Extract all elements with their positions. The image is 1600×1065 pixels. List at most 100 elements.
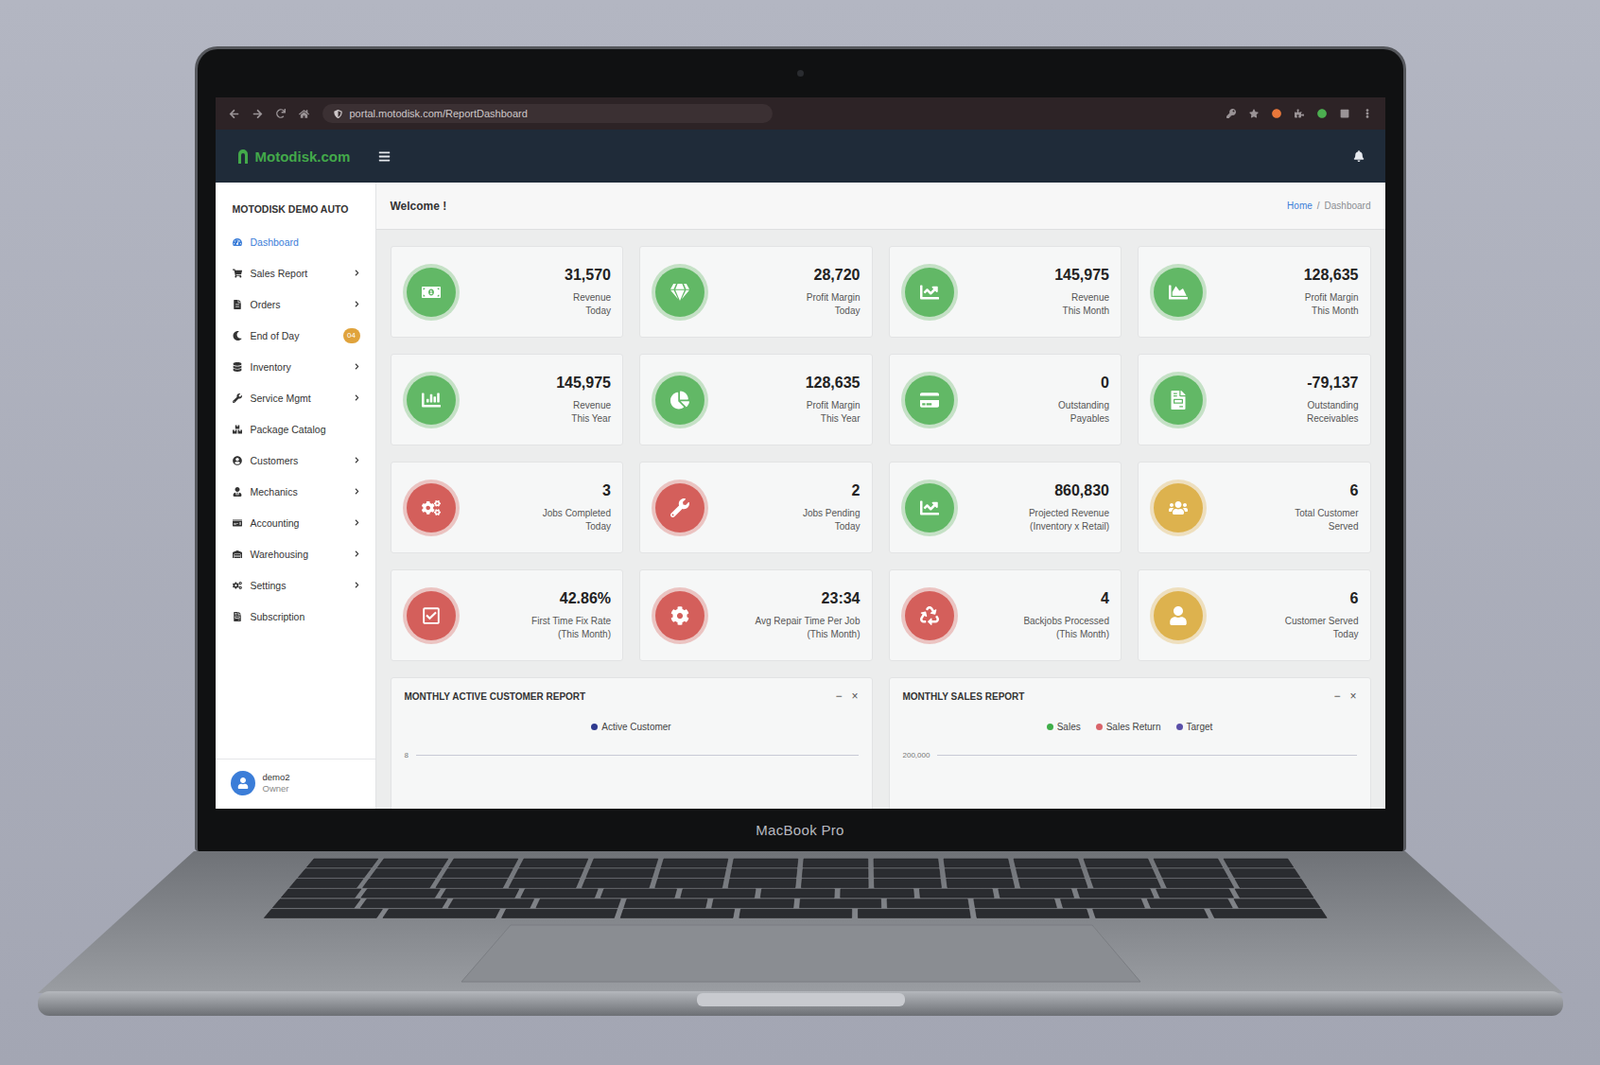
stat-icon	[670, 498, 690, 518]
user-name: demo2	[262, 771, 291, 783]
logo[interactable]: Motodisk.com	[236, 147, 379, 165]
stat-icon	[1168, 282, 1188, 302]
stat-icon	[920, 498, 940, 518]
stat-value: 6	[1350, 482, 1359, 500]
key	[441, 869, 513, 878]
sidebar-item[interactable]: Dashboard	[215, 226, 376, 258]
sidebar-title: MOTODISK DEMO AUTO	[215, 182, 376, 227]
panel-control[interactable]: ×	[1349, 689, 1357, 703]
sidebar-item[interactable]: Warehousing	[215, 538, 376, 570]
legend-item[interactable]: Target	[1176, 721, 1214, 732]
camera	[797, 69, 804, 77]
legend-item[interactable]: Sales Return	[1095, 721, 1162, 732]
stat-label: Profit Margin	[806, 399, 861, 413]
sidebar-item[interactable]: Orders	[215, 288, 376, 320]
sidebar-item[interactable]: Accounting	[215, 506, 376, 539]
stat-card: 23:34Avg Repair Time Per Job(This Month)	[639, 569, 873, 661]
forward-icon[interactable]	[252, 108, 263, 120]
menu-item-icon	[232, 455, 243, 466]
key	[873, 858, 940, 868]
home-icon[interactable]	[298, 108, 310, 120]
hamburger-icon[interactable]	[378, 150, 391, 163]
bookmark-icon[interactable]	[1249, 108, 1259, 119]
stat-label: This Month	[1062, 304, 1110, 318]
key	[873, 869, 940, 878]
key	[382, 908, 500, 918]
key	[839, 888, 914, 898]
breadcrumb-item[interactable]: Home	[1286, 200, 1313, 211]
legend-item[interactable]: Active Customer	[591, 721, 671, 732]
menu-item-icon	[232, 486, 243, 497]
stat-label: Customer Served	[1285, 614, 1359, 628]
stat-icon-circle	[1153, 483, 1203, 533]
stat-grid: 31,570RevenueToday28,720Profit MarginTod…	[376, 229, 1386, 678]
trackpad[interactable]	[461, 924, 1141, 982]
stat-label: This Year	[820, 412, 861, 426]
stat-icon	[421, 498, 441, 518]
chart-title: MONTHLY SALES REPORT	[903, 691, 1026, 702]
sidebar-item[interactable]: Sales Report	[215, 257, 376, 289]
extension-icon[interactable]	[1317, 108, 1327, 119]
laptop-base	[37, 851, 1564, 1022]
key	[585, 869, 655, 878]
legend-item[interactable]: Sales	[1046, 721, 1081, 732]
sidebar-item[interactable]: Subscription	[215, 600, 376, 632]
stat-label: Today	[834, 520, 861, 534]
stat-icon	[920, 282, 940, 302]
stat-icon-circle	[1153, 591, 1203, 641]
welcome-bar: Welcome !Home/Dashboard	[376, 182, 1386, 230]
chevron-icon	[353, 363, 361, 370]
sidebar-item[interactable]: Mechanics	[215, 475, 376, 507]
stat-value: 23:34	[821, 590, 861, 608]
site-info-icon[interactable]	[333, 109, 343, 119]
extension-icon[interactable]	[1271, 108, 1282, 119]
extensions-icon[interactable]	[1294, 108, 1305, 119]
chart-panel: MONTHLY ACTIVE CUSTOMER REPORT−×Active C…	[390, 677, 873, 809]
sidebar-item[interactable]: Settings	[215, 569, 376, 601]
key	[535, 899, 620, 908]
stat-icon	[421, 606, 441, 626]
stat-label: Payables	[1070, 412, 1110, 426]
stat-icon-circle	[904, 483, 955, 533]
stat-value: 31,570	[564, 266, 611, 284]
sidebar-item[interactable]: Package Catalog	[215, 413, 376, 445]
key	[306, 858, 378, 868]
user-profile[interactable]: demo2Owner	[215, 758, 376, 809]
tab-icon[interactable]	[1339, 108, 1350, 119]
top-bezel	[215, 49, 1386, 98]
sidebar-item[interactable]: Inventory	[215, 350, 376, 383]
key	[272, 899, 361, 908]
stat-label: Profit Margin	[1304, 291, 1359, 305]
reload-icon[interactable]	[276, 108, 286, 119]
stat-value: 860,830	[1054, 482, 1110, 500]
sidebar-item[interactable]: Customers	[215, 444, 376, 476]
key-icon[interactable]	[1226, 108, 1236, 119]
key	[857, 908, 971, 918]
stat-value: 128,635	[1304, 266, 1359, 284]
chart-legend: Active Customer	[404, 721, 859, 732]
menu-item-icon	[232, 518, 243, 528]
stat-icon	[1168, 390, 1188, 410]
breadcrumb-separator: /	[1317, 200, 1321, 211]
stat-label: (This Month)	[557, 627, 611, 642]
bell-icon[interactable]	[1353, 150, 1365, 162]
front-edge	[37, 991, 1564, 1016]
avatar	[230, 770, 256, 796]
stat-label: (This Month)	[1056, 627, 1110, 642]
panel-control[interactable]: ×	[851, 689, 858, 703]
stat-icon-circle	[655, 591, 705, 641]
panel-control[interactable]: −	[834, 689, 842, 703]
back-icon[interactable]	[228, 108, 240, 120]
chevron-icon	[353, 394, 361, 401]
panel-control[interactable]: −	[1333, 689, 1340, 703]
address-bar[interactable]: portal.motodisk.com/ReportDashboard	[322, 104, 773, 123]
stat-label: Today	[585, 520, 611, 534]
app-body: MOTODISK DEMO AUTODashboardSales ReportO…	[215, 182, 1386, 809]
axis-tick: 8	[404, 750, 409, 760]
key	[263, 908, 383, 918]
stat-icon	[920, 606, 940, 626]
stat-label: Revenue	[573, 291, 611, 305]
sidebar-item[interactable]: End of Day04	[215, 319, 376, 351]
sidebar-item[interactable]: Service Mgmt	[215, 382, 376, 414]
menu-icon[interactable]	[1362, 108, 1373, 119]
